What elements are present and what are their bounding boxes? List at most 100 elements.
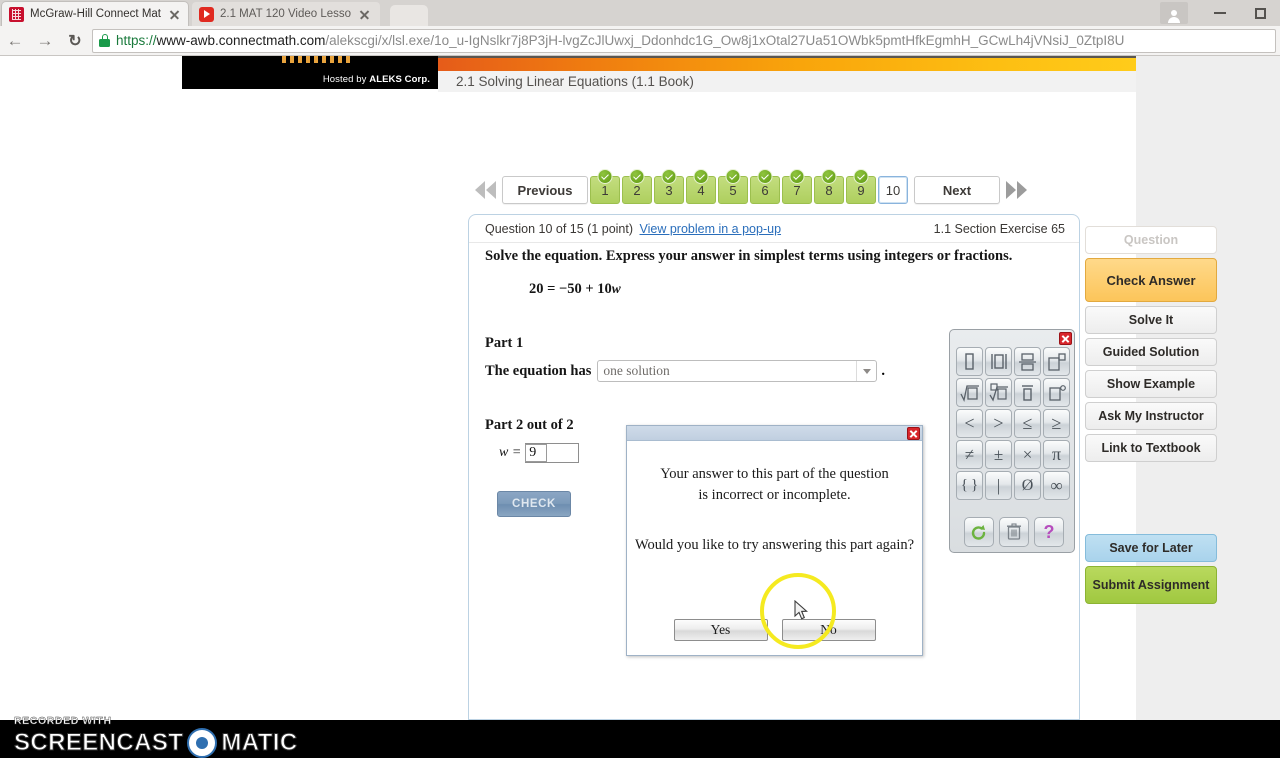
part1-label: The equation has [485,362,592,379]
question-number-4[interactable]: 4 [686,169,716,204]
hosted-prefix: Hosted by [322,74,370,85]
close-icon[interactable] [907,427,920,440]
question-number-label: 8 [825,182,833,198]
url-path: /alekscgi/x/lsl.exe/1o_u-IgNslkr7j8P3jH-… [325,33,1125,48]
absolute-value-icon[interactable] [985,347,1012,376]
answer-input[interactable]: 9 [525,443,580,463]
solution-type-dropdown[interactable]: one solution [597,360,878,382]
degree-icon[interactable] [1043,378,1070,407]
close-icon[interactable] [1059,332,1072,345]
ask-my-instructor-button[interactable]: Ask My Instructor [1085,402,1217,430]
show-example-button[interactable]: Show Example [1085,370,1217,398]
infinity-icon[interactable]: ∞ [1043,471,1070,500]
keypad-grid: < > ≤ ≥ ≠ ± × π { } | Ø ∞ [956,347,1070,500]
check-icon [597,169,613,184]
check-icon [629,169,645,184]
question-button[interactable]: Question [1085,226,1217,254]
minimize-icon[interactable] [1200,0,1240,26]
question-number-1[interactable]: 1 [590,169,620,204]
undo-icon[interactable] [964,517,994,547]
view-problem-popup-link[interactable]: View problem in a pop-up [640,222,782,236]
question-number-5[interactable]: 5 [718,169,748,204]
greater-than-icon[interactable]: > [985,409,1012,438]
question-number-3[interactable]: 3 [654,169,684,204]
question-number-8[interactable]: 8 [814,169,844,204]
url-host: www-awb.connectmath.com [156,33,326,48]
logo-ticks [282,56,354,63]
box-icon[interactable] [956,347,983,376]
nth-root-icon[interactable] [985,378,1012,407]
url-text: https://www-awb.connectmath.com/alekscgi… [116,33,1124,48]
page-viewport: Hosted by ALEKS Corp. 2.1 Solving Linear… [0,56,1280,758]
exercise-reference: 1.1 Section Exercise 65 [933,221,1065,236]
dialog-line-1: Your answer to this part of the question [660,466,889,482]
less-equal-icon[interactable]: ≤ [1014,409,1041,438]
no-button[interactable]: No [781,619,876,641]
check-answer-button[interactable]: Check Answer [1085,258,1217,302]
close-icon[interactable] [358,8,371,21]
save-for-later-button[interactable]: Save for Later [1085,534,1217,562]
question-number-label: 5 [729,182,737,198]
browser-tab-2[interactable]: 2.1 MAT 120 Video Lesso [192,2,380,26]
greater-equal-icon[interactable]: ≥ [1043,409,1070,438]
question-number-2[interactable]: 2 [622,169,652,204]
trash-icon[interactable] [999,517,1029,547]
browser-tab-1[interactable]: McGraw-Hill Connect Mat [2,2,188,26]
exponent-icon[interactable] [1043,347,1070,376]
dialog-body: Your answer to this part of the question… [627,442,922,556]
empty-set-icon[interactable]: Ø [1014,471,1041,500]
maximize-icon[interactable] [1240,0,1280,26]
question-number-label: 4 [697,182,705,198]
part1-punctuation: . [881,362,885,379]
watermark-wordmark: SCREENCAST MATIC [13,728,298,758]
previous-button[interactable]: Previous [502,176,588,204]
pipe-icon[interactable]: | [985,471,1012,500]
youtube-icon [199,6,214,22]
help-icon[interactable]: ? [1034,517,1064,547]
dialog-line-3: Would you like to try answering this par… [634,537,915,554]
reload-icon[interactable]: ↻ [60,26,90,56]
pi-icon[interactable]: π [1043,440,1070,469]
aleks-logo-block: Hosted by ALEKS Corp. [182,56,438,89]
lesson-title: 2.1 Solving Linear Equations (1.1 Book) [456,74,694,89]
check-icon [821,169,837,184]
watermark-top-line: RECORDED WITH [14,715,112,727]
overline-icon[interactable] [1014,378,1041,407]
question-counter-group: Question 10 of 15 (1 point) View problem… [485,222,781,236]
forward-arrow-icon[interactable]: → [30,26,60,56]
solve-it-button[interactable]: Solve It [1085,306,1217,334]
answer-value: 9 [525,443,548,462]
address-bar[interactable]: https://www-awb.connectmath.com/alekscgi… [92,28,1276,53]
question-number-10[interactable]: 10 [878,176,908,204]
braces-icon[interactable]: { } [956,471,983,500]
profile-icon[interactable] [1160,2,1188,24]
math-keypad-palette: < > ≤ ≥ ≠ ± × π { } | Ø ∞ ? [949,329,1075,553]
lesson-title-bar: 2.1 Solving Linear Equations (1.1 Book) [438,71,1136,92]
double-right-arrow-icon[interactable] [1000,176,1034,204]
link-to-textbook-button[interactable]: Link to Textbook [1085,434,1217,462]
close-icon[interactable] [168,8,181,21]
next-button[interactable]: Next [914,176,1000,204]
check-icon [693,169,709,184]
submit-assignment-button[interactable]: Submit Assignment [1085,566,1217,604]
not-equal-icon[interactable]: ≠ [956,440,983,469]
fraction-icon[interactable] [1014,347,1041,376]
question-number-9[interactable]: 9 [846,169,876,204]
multiply-icon[interactable]: × [1014,440,1041,469]
square-root-icon[interactable] [956,378,983,407]
new-tab-icon[interactable] [390,5,428,26]
chevron-down-icon[interactable] [856,361,876,381]
plus-minus-icon[interactable]: ± [985,440,1012,469]
check-button[interactable]: CHECK [497,491,571,517]
question-number-7[interactable]: 7 [782,169,812,204]
yes-button[interactable]: Yes [673,619,768,641]
back-arrow-icon[interactable]: ← [0,26,30,56]
incorrect-answer-dialog: Your answer to this part of the question… [626,425,923,656]
question-number-6[interactable]: 6 [750,169,780,204]
tab-title: McGraw-Hill Connect Mat [30,8,161,20]
page-left-margin [0,56,182,720]
less-than-icon[interactable]: < [956,409,983,438]
guided-solution-button[interactable]: Guided Solution [1085,338,1217,366]
double-left-arrow-icon[interactable] [468,176,502,204]
part2-heading: Part 2 out of 2 [485,417,574,433]
